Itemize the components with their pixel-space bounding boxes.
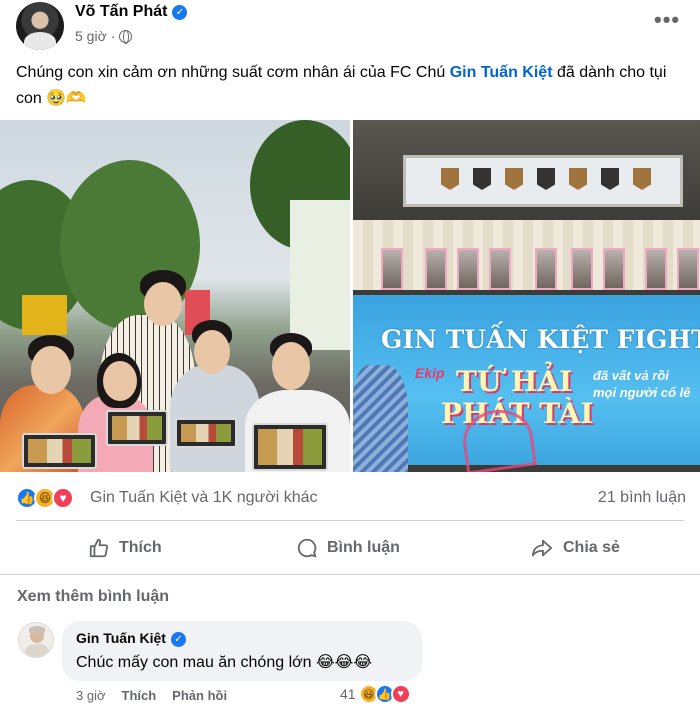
thumbs-up-icon bbox=[89, 538, 109, 558]
banner-ekip: Ekip bbox=[415, 365, 445, 381]
author-name-row: Võ Tấn Phát ✓ bbox=[75, 3, 188, 21]
photo-food-truck-banner[interactable]: GIN TUẤN KIỆT FIGHTI Ekip TỨ HẢI PHÁT TÀ… bbox=[353, 120, 700, 472]
more-options-icon[interactable]: ••• bbox=[654, 9, 680, 31]
comment-author-row: Gin Tuấn Kiệt ✓ bbox=[76, 630, 186, 647]
caption-tag-link[interactable]: Gin Tuấn Kiệt bbox=[450, 64, 553, 81]
divider bbox=[0, 574, 700, 575]
globe-icon[interactable] bbox=[119, 29, 133, 44]
verified-badge-icon: ✓ bbox=[170, 632, 186, 647]
share-arrow-icon bbox=[531, 539, 553, 557]
reaction-icons[interactable]: 👍 😆 ♥ bbox=[16, 487, 74, 509]
banner-note-line2: mọi người cố lê bbox=[593, 385, 691, 400]
like-button[interactable]: Thích bbox=[88, 533, 162, 563]
love-reaction-icon: ♥ bbox=[52, 487, 74, 509]
post-time[interactable]: 5 giờ bbox=[75, 28, 107, 44]
love-reaction-icon: ♥ bbox=[390, 684, 411, 704]
comment-text: Chúc mấy con mau ăn chóng lớn 😂😂😂 bbox=[76, 654, 373, 671]
comment-reaction-count: 41 bbox=[340, 686, 356, 702]
comment-like-button[interactable]: Thích bbox=[122, 688, 157, 703]
comment-time[interactable]: 3 giờ bbox=[76, 688, 106, 703]
post-header: Võ Tấn Phát ✓ 5 giờ · ••• bbox=[0, 0, 700, 56]
banner-line1: TỨ HẢI bbox=[456, 365, 573, 398]
comment-bubble-icon bbox=[297, 538, 317, 558]
divider bbox=[16, 520, 684, 521]
comment-reply-button[interactable]: Phản hồi bbox=[172, 688, 227, 703]
commenter-avatar[interactable] bbox=[18, 622, 54, 658]
comment-label: Bình luận bbox=[327, 539, 400, 556]
meta-separator: · bbox=[110, 28, 116, 44]
photo-group-lunchboxes[interactable] bbox=[0, 120, 350, 472]
comment-meta: 3 giờ Thích Phản hồi bbox=[76, 688, 227, 703]
author-name[interactable]: Võ Tấn Phát bbox=[75, 3, 167, 20]
comment-bubble: Gin Tuấn Kiệt ✓ Chúc mấy con mau ăn chóng… bbox=[62, 621, 422, 681]
comment-reactions[interactable]: 41 😆 👍 ♥ bbox=[340, 684, 411, 704]
banner-note: đã vất vả rồi mọi người cố lê bbox=[593, 367, 690, 401]
comment-author[interactable]: Gin Tuấn Kiệt bbox=[76, 630, 166, 646]
caption-text-before: Chúng con xin cảm ơn những suất cơm nhân… bbox=[16, 64, 450, 81]
post-caption: Chúng con xin cảm ơn những suất cơm nhân… bbox=[16, 60, 686, 112]
author-avatar[interactable] bbox=[16, 2, 64, 50]
verified-badge-icon: ✓ bbox=[172, 5, 188, 20]
reactions-summary[interactable]: Gin Tuấn Kiệt và 1K người khác bbox=[90, 489, 318, 507]
post-meta: 5 giờ · bbox=[75, 28, 133, 44]
share-label: Chia sẻ bbox=[563, 539, 620, 556]
comment-button[interactable]: Bình luận bbox=[296, 533, 400, 563]
post-photos: GIN TUẤN KIỆT FIGHTI Ekip TỨ HẢI PHÁT TÀ… bbox=[0, 120, 700, 472]
banner-note-line1: đã vất vả rồi bbox=[593, 368, 669, 383]
like-label: Thích bbox=[119, 539, 162, 556]
person-edge bbox=[353, 365, 408, 472]
comment-count[interactable]: 21 bình luận bbox=[598, 489, 686, 507]
banner-title: GIN TUẤN KIỆT FIGHTI bbox=[381, 325, 700, 354]
share-button[interactable]: Chia sẻ bbox=[530, 533, 620, 563]
see-more-comments-link[interactable]: Xem thêm bình luận bbox=[17, 588, 169, 606]
